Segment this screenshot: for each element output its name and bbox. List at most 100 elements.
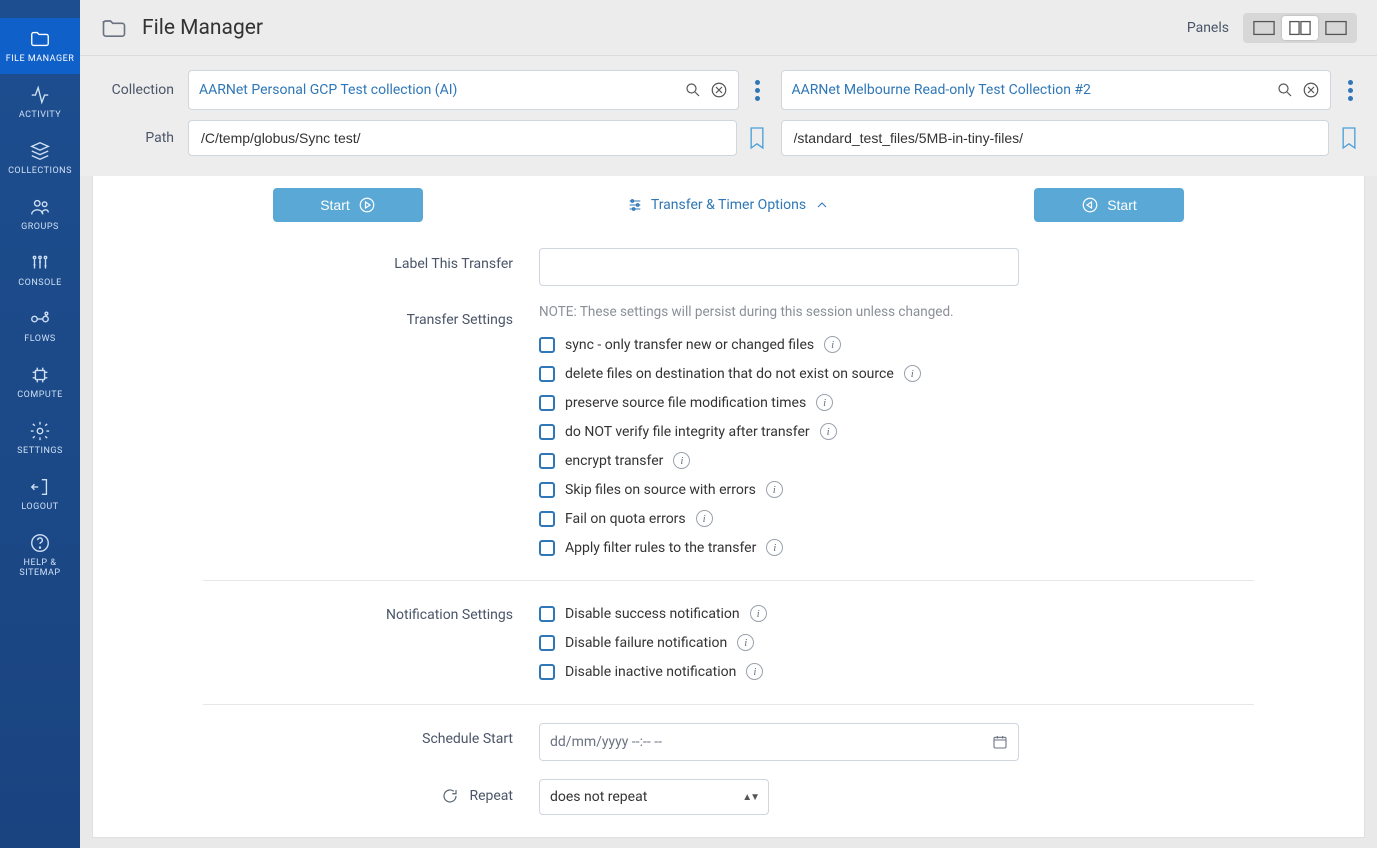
sidebar-item-collections[interactable]: COLLECTIONS [0,130,80,186]
info-icon[interactable]: i [766,481,783,498]
checkbox[interactable] [539,453,555,469]
right-collection-field[interactable]: AARNet Melbourne Read-only Test Collecti… [781,70,1332,110]
checkbox-label: preserve source file modification times [565,395,806,411]
checkbox[interactable] [539,424,555,440]
checkbox[interactable] [539,395,555,411]
settings-note: NOTE: These settings will persist during… [539,304,1059,320]
info-icon[interactable]: i [696,510,713,527]
clear-icon[interactable] [1302,81,1320,99]
play-left-icon [1081,196,1099,214]
sidebar-item-label: SETTINGS [17,446,63,456]
right-path-input[interactable] [781,120,1330,156]
calendar-icon [992,734,1008,750]
transfer-options-toggle[interactable]: Transfer & Timer Options [627,197,830,213]
main: File Manager Panels Collection [80,0,1377,848]
repeat-select[interactable]: does not repeat ▲▼ [539,779,769,815]
panel-layout-toggle [1243,13,1357,43]
left-pane-menu[interactable] [749,80,767,101]
sidebar-item-file-manager[interactable]: FILE MANAGER [0,18,80,74]
info-icon[interactable]: i [766,539,783,556]
panel-single-right[interactable] [1318,16,1354,40]
select-arrows-icon: ▲▼ [742,792,758,803]
folder-icon [29,28,51,50]
left-collection-field[interactable]: AARNet Personal GCP Test collection (AI) [188,70,739,110]
left-path-input[interactable] [188,120,737,156]
checkbox-label: Apply filter rules to the transfer [565,540,756,556]
sidebar-item-label: CONSOLE [18,278,61,288]
transfer-label-input[interactable] [539,248,1019,286]
info-icon[interactable]: i [816,394,833,411]
checkbox-label: Disable failure notification [565,635,727,651]
info-icon[interactable]: i [820,423,837,440]
transfer-setting-row: Fail on quota errors i [539,504,1059,533]
header: File Manager Panels [80,0,1377,56]
play-right-icon [358,196,376,214]
transfer-setting-row: delete files on destination that do not … [539,359,1059,388]
checkbox[interactable] [539,664,555,680]
groups-icon [29,196,51,218]
checkbox-label: Fail on quota errors [565,511,686,527]
gear-icon [29,420,51,442]
info-icon[interactable]: i [904,365,921,382]
sidebar-item-compute[interactable]: COMPUTE [0,354,80,410]
schedule-start-input[interactable]: dd/mm/yyyy --:-- -- [539,723,1019,761]
info-icon[interactable]: i [673,452,690,469]
bookmark-icon[interactable] [1339,125,1359,151]
activity-icon [29,84,51,106]
repeat-label: Repeat [469,788,513,804]
checkbox-label: do NOT verify file integrity after trans… [565,424,810,440]
checkbox[interactable] [539,366,555,382]
bookmark-icon[interactable] [747,125,767,151]
checkbox-label: encrypt transfer [565,453,663,469]
sidebar-item-settings[interactable]: SETTINGS [0,410,80,466]
start-right-button[interactable]: Start [1034,188,1184,222]
right-pane-menu[interactable] [1341,80,1359,101]
info-icon[interactable]: i [746,663,763,680]
info-icon[interactable]: i [750,605,767,622]
sidebar-item-groups[interactable]: GROUPS [0,186,80,242]
checkbox-label: Disable inactive notification [565,664,736,680]
search-icon[interactable] [684,81,702,99]
transfer-setting-row: Skip files on source with errorsi [539,475,1059,504]
sidebar-item-help[interactable]: HELP & SITEMAP [0,522,80,588]
collection-label: Collection [98,82,174,98]
sidebar-item-logout[interactable]: LOGOUT [0,466,80,522]
sidebar-item-console[interactable]: CONSOLE [0,242,80,298]
start-left-button[interactable]: Start [273,188,423,222]
help-icon [29,532,51,554]
separator [203,580,1254,581]
left-collection-text: AARNet Personal GCP Test collection (AI) [199,82,676,98]
console-icon [29,252,51,274]
info-icon[interactable]: i [737,634,754,651]
transfer-setting-row: preserve source file modification times i [539,388,1059,417]
info-icon[interactable]: i [824,336,841,353]
sidebar-item-activity[interactable]: ACTIVITY [0,74,80,130]
panel-split[interactable] [1282,16,1318,40]
notification-setting-row: Disable success notificationi [539,599,1059,628]
sidebar-item-label: GROUPS [21,222,59,232]
action-bar: Start Transfer & Timer Options Start [93,176,1364,234]
transfer-options-form: Label This Transfer Transfer Settings NO… [93,234,1364,838]
collections-icon [29,140,51,162]
checkbox[interactable] [539,482,555,498]
repeat-icon [441,787,459,805]
path-label: Path [98,130,174,146]
clear-icon[interactable] [710,81,728,99]
checkbox[interactable] [539,635,555,651]
folder-icon [100,14,128,42]
checkbox[interactable] [539,540,555,556]
transfer-setting-row: do NOT verify file integrity after trans… [539,417,1059,446]
checkbox[interactable] [539,606,555,622]
transfer-setting-row: encrypt transfer i [539,446,1059,475]
sidebar: FILE MANAGER ACTIVITY COLLECTIONS GROUPS… [0,0,80,848]
search-icon[interactable] [1276,81,1294,99]
logout-icon [29,476,51,498]
checkbox[interactable] [539,511,555,527]
panel-single-left[interactable] [1246,16,1282,40]
controls: Collection AARNet Personal GCP Test coll… [80,56,1377,176]
sidebar-item-flows[interactable]: FLOWS [0,298,80,354]
chevron-up-icon [814,197,830,213]
sidebar-item-label: COMPUTE [17,390,62,400]
content: Start Transfer & Timer Options Start Lab… [80,176,1377,848]
checkbox[interactable] [539,337,555,353]
